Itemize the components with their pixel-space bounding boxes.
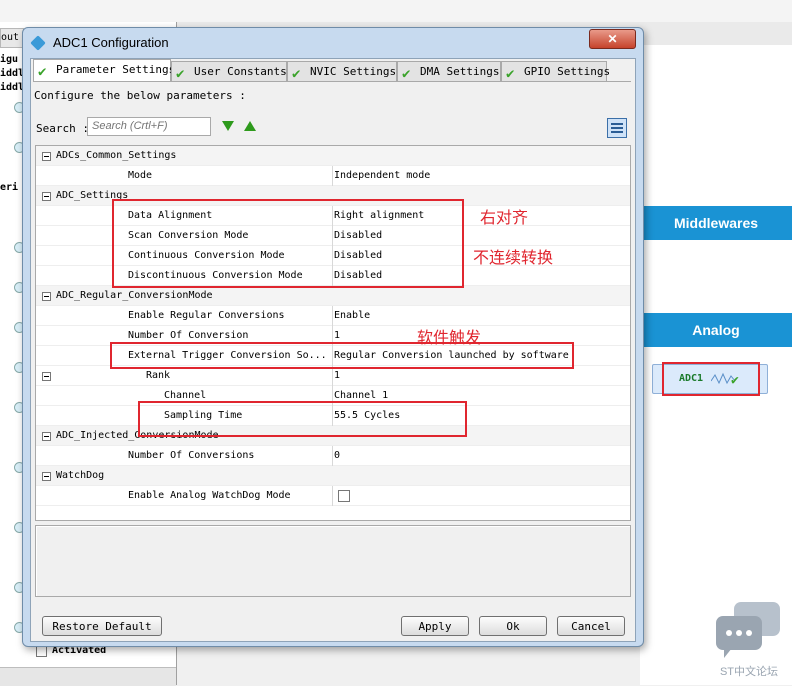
left-panel-tab[interactable]: out bbox=[0, 28, 24, 48]
annotation-non-continuous: 不连续转换 bbox=[473, 248, 554, 267]
list-view-icon[interactable] bbox=[607, 118, 627, 138]
description-panel bbox=[35, 525, 631, 597]
analog-header[interactable]: Analog bbox=[640, 313, 792, 347]
left-tree-label: iddl bbox=[0, 68, 25, 79]
param-row[interactable]: Enable Analog WatchDog Mode bbox=[36, 486, 630, 506]
chat-bubble-icon bbox=[716, 602, 780, 658]
param-value[interactable]: Independent mode bbox=[334, 166, 430, 186]
collapse-icon[interactable] bbox=[42, 472, 51, 481]
left-tree-label: eri bbox=[0, 182, 19, 193]
annotation-right-align: 右对齐 bbox=[480, 208, 529, 227]
search-input[interactable] bbox=[87, 117, 211, 136]
tab-gpio-settings[interactable]: ✔ GPIO Settings bbox=[501, 61, 611, 82]
st-logo: ST中文论坛 bbox=[712, 602, 786, 682]
tab-parameter-settings[interactable]: ✔ Parameter Settings bbox=[33, 59, 175, 82]
configure-hint: Configure the below parameters : bbox=[34, 89, 246, 102]
collapse-icon[interactable] bbox=[42, 152, 51, 161]
check-icon: ✔ bbox=[38, 64, 47, 80]
param-row[interactable]: Mode Independent mode bbox=[36, 166, 630, 186]
cancel-button[interactable]: Cancel bbox=[557, 616, 625, 636]
horizontal-scrollbar[interactable] bbox=[0, 667, 176, 686]
param-name: Enable Regular Conversions bbox=[128, 310, 285, 321]
search-next-icon[interactable] bbox=[222, 121, 234, 131]
middlewares-header[interactable]: Middlewares bbox=[640, 206, 792, 240]
param-name: Number Of Conversions bbox=[128, 450, 255, 461]
search-previous-icon[interactable] bbox=[244, 121, 256, 131]
ok-button[interactable]: Ok bbox=[479, 616, 547, 636]
tab-user-constants[interactable]: ✔ User Constants bbox=[171, 61, 287, 82]
restore-default-button[interactable]: Restore Default bbox=[42, 616, 162, 636]
group-row[interactable]: ADC_Regular_ConversionMode bbox=[36, 286, 630, 306]
param-value[interactable]: 0 bbox=[334, 446, 340, 466]
collapse-icon[interactable] bbox=[42, 372, 51, 381]
param-name: Rank bbox=[146, 370, 171, 381]
column-separator bbox=[332, 366, 333, 386]
column-separator bbox=[332, 306, 333, 326]
group-row[interactable]: WatchDog bbox=[36, 466, 630, 486]
group-label: WatchDog bbox=[56, 470, 105, 481]
collapse-icon[interactable] bbox=[42, 192, 51, 201]
param-row[interactable]: Enable Regular Conversions Enable bbox=[36, 306, 630, 326]
tab-dma-settings[interactable]: ✔ DMA Settings bbox=[397, 61, 501, 82]
param-row[interactable]: Number Of Conversions 0 bbox=[36, 446, 630, 466]
param-value[interactable]: Enable bbox=[334, 306, 370, 326]
annotation-software-trigger: 软件触发 bbox=[417, 328, 482, 347]
group-label: ADCs_Common_Settings bbox=[56, 150, 177, 161]
watchdog-checkbox[interactable] bbox=[338, 490, 350, 502]
param-value[interactable]: 1 bbox=[334, 366, 340, 386]
apply-button[interactable]: Apply bbox=[401, 616, 469, 636]
tab-divider bbox=[33, 81, 631, 82]
trigger-highlight-box bbox=[110, 342, 574, 369]
tab-label: GPIO Settings bbox=[524, 65, 611, 78]
tab-label: User Constants bbox=[194, 65, 287, 78]
activated-checkbox[interactable] bbox=[36, 646, 47, 657]
adc1-highlight-box bbox=[662, 362, 760, 396]
group-label: ADC_Regular_ConversionMode bbox=[56, 290, 213, 301]
param-row[interactable]: Rank 1 bbox=[36, 366, 630, 386]
collapse-icon[interactable] bbox=[42, 292, 51, 301]
column-separator bbox=[332, 166, 333, 186]
param-name: Mode bbox=[128, 170, 153, 181]
column-separator bbox=[332, 446, 333, 466]
collapse-icon[interactable] bbox=[42, 432, 51, 441]
app-top-bar bbox=[0, 0, 792, 23]
param-name: Enable Analog WatchDog Mode bbox=[128, 490, 291, 501]
dialog-title: ADC1 Configuration bbox=[53, 35, 169, 50]
tab-label: NVIC Settings bbox=[310, 65, 397, 78]
search-label: Search : bbox=[36, 122, 89, 135]
adc1-configuration-dialog: ADC1 Configuration ✕ ✔ Parameter Setting… bbox=[22, 27, 644, 647]
tab-nvic-settings[interactable]: ✔ NVIC Settings bbox=[287, 61, 397, 82]
left-tree-label: igu bbox=[0, 54, 19, 65]
column-separator bbox=[332, 486, 333, 506]
cube-icon bbox=[30, 35, 46, 51]
st-logo-text: ST中文论坛 bbox=[719, 666, 779, 678]
tab-label: DMA Settings bbox=[420, 65, 500, 78]
left-tree-label: iddl bbox=[0, 82, 25, 93]
sampling-time-highlight-box bbox=[138, 401, 467, 437]
close-button[interactable]: ✕ bbox=[589, 29, 636, 49]
adc-settings-highlight-box bbox=[112, 199, 464, 288]
group-row[interactable]: ADCs_Common_Settings bbox=[36, 146, 630, 166]
tab-label: Parameter Settings bbox=[56, 63, 176, 76]
